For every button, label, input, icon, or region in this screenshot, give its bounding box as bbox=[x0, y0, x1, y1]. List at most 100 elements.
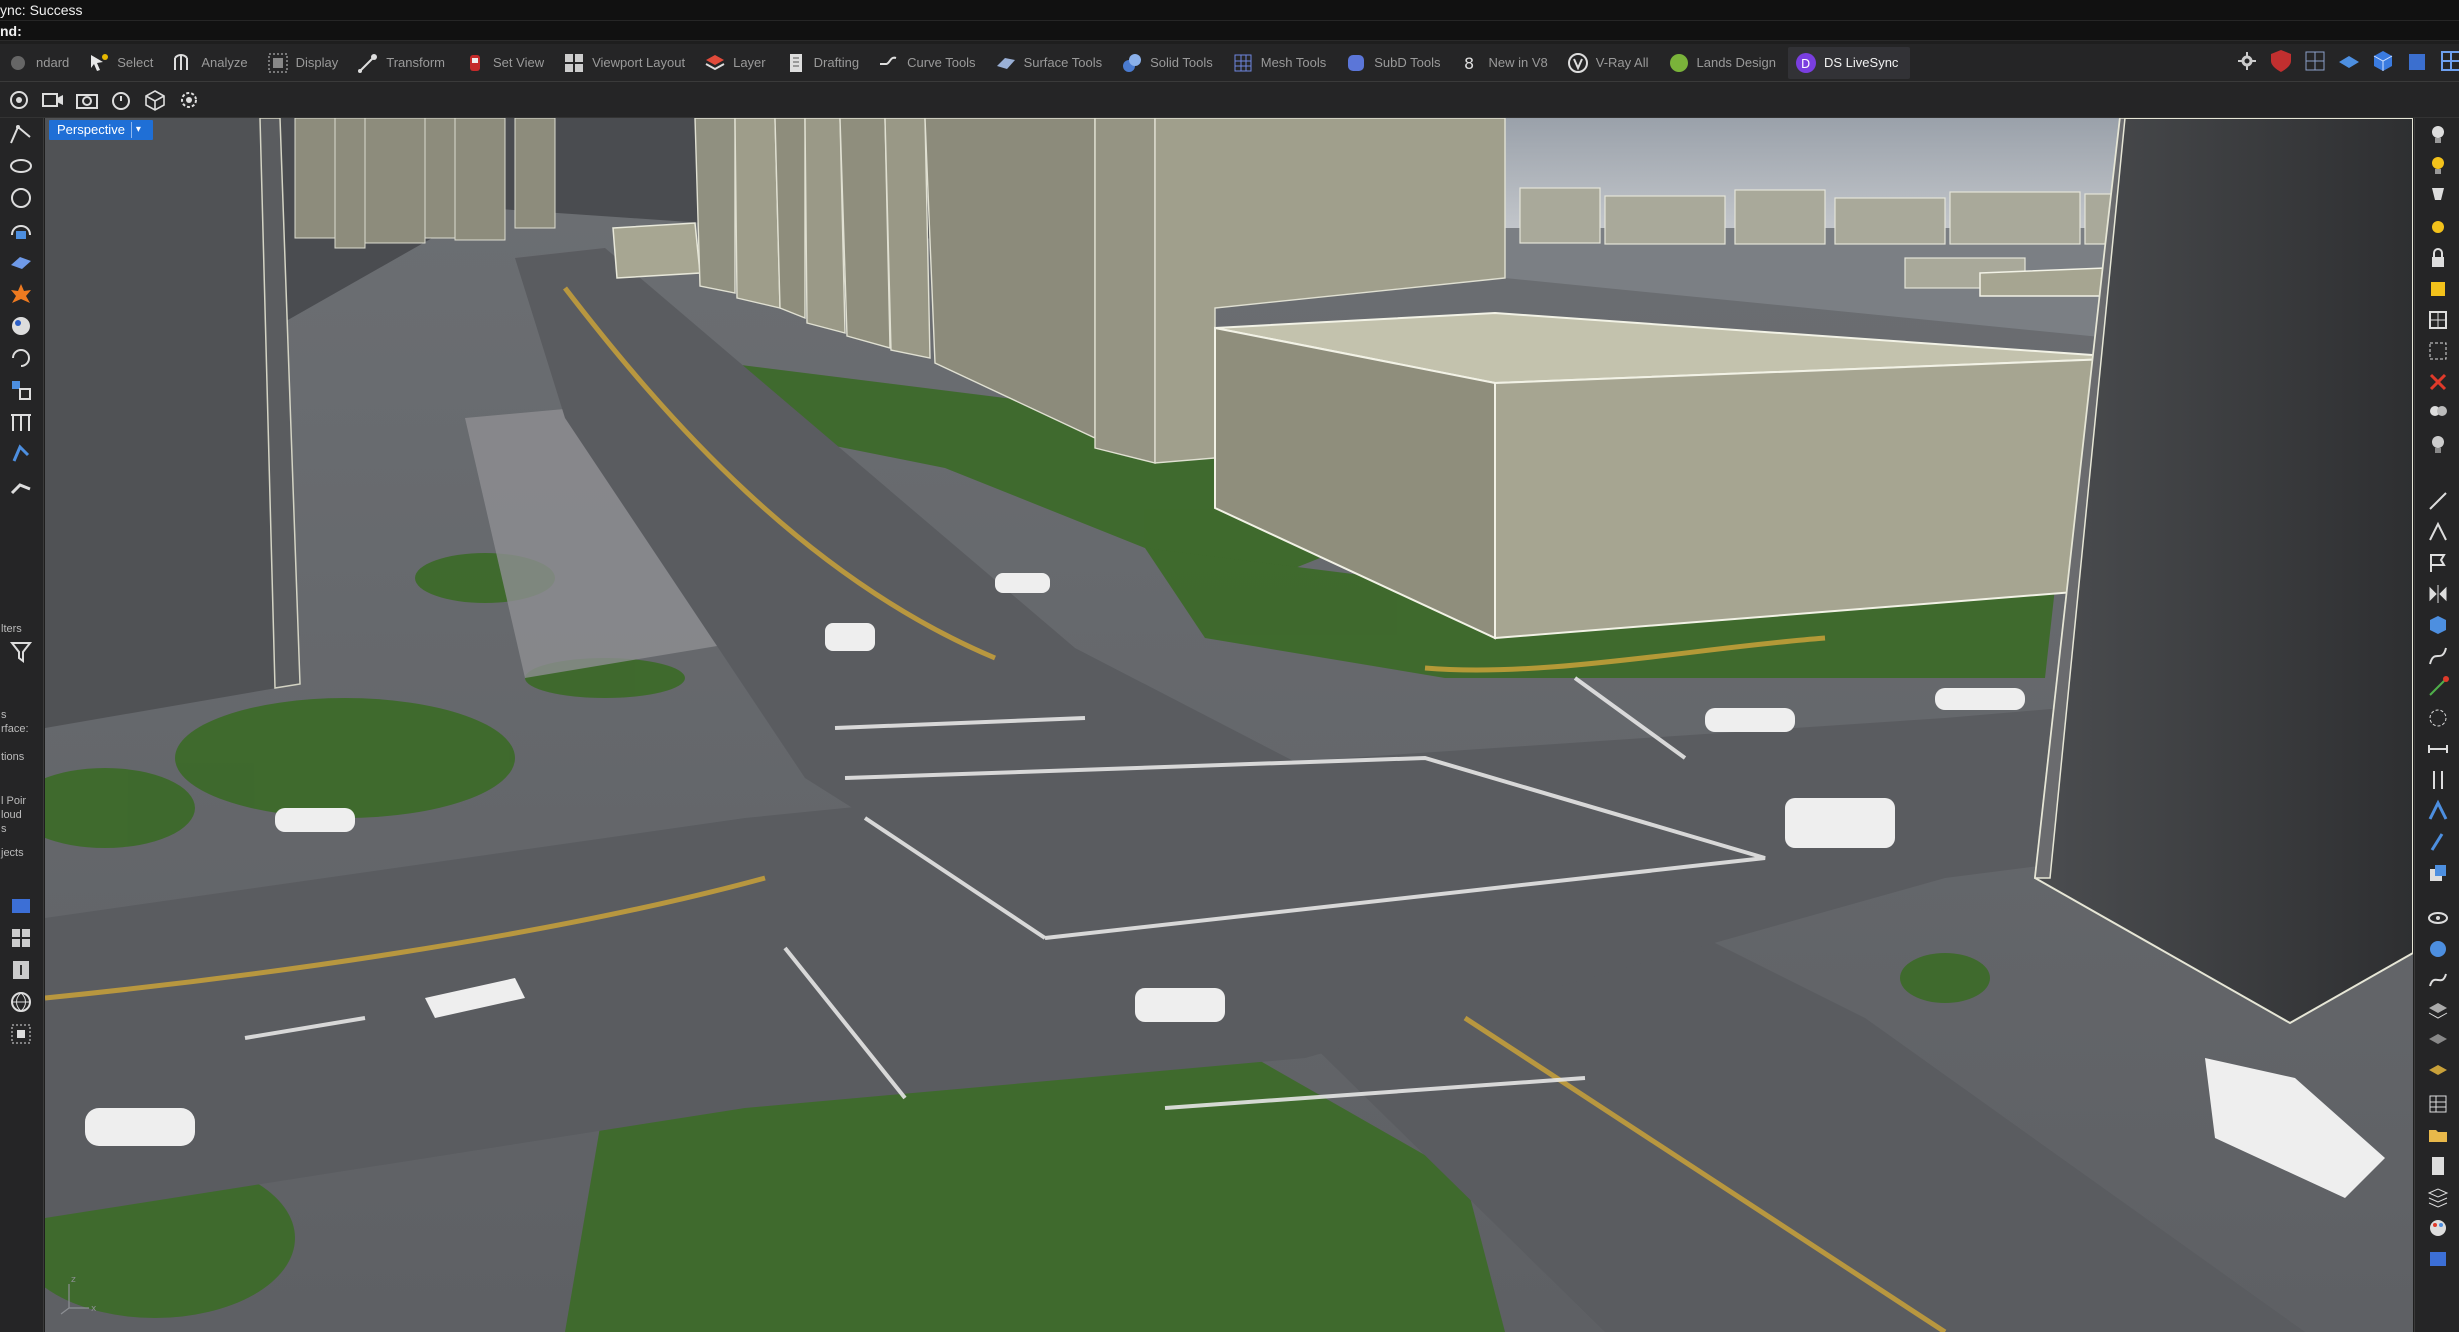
standard-icon bbox=[6, 51, 30, 75]
tab-new-in-v8[interactable]: 8 New in V8 bbox=[1453, 47, 1560, 79]
command-prompt[interactable]: nd: bbox=[0, 20, 2459, 40]
circle-tool-icon[interactable] bbox=[2, 182, 40, 214]
tab-ds-livesync[interactable]: D DS LiveSync bbox=[1788, 46, 1911, 79]
arc-tool-icon[interactable] bbox=[2, 214, 40, 246]
tab-set-view[interactable]: Set View bbox=[457, 47, 556, 79]
light-bulb-icon[interactable] bbox=[2418, 119, 2458, 149]
grid-view-icon[interactable] bbox=[2438, 48, 2459, 74]
tab-analyze[interactable]: Analyze bbox=[165, 47, 259, 79]
sphere-render-icon[interactable] bbox=[2418, 934, 2458, 964]
surface-tool-icon[interactable] bbox=[2, 246, 40, 278]
layer-icon bbox=[703, 51, 727, 75]
material-tool-icon[interactable] bbox=[2, 310, 40, 342]
globe-icon[interactable] bbox=[2, 986, 40, 1018]
network-view-icon[interactable] bbox=[2302, 48, 2328, 74]
curve-tool-icon[interactable] bbox=[2418, 641, 2458, 671]
stack-icon[interactable] bbox=[2418, 1182, 2458, 1212]
curve-render-icon[interactable] bbox=[2418, 965, 2458, 995]
texture-grid-icon[interactable] bbox=[2418, 336, 2458, 366]
array-tool-icon[interactable] bbox=[2, 406, 40, 438]
right-toolbar bbox=[2414, 118, 2459, 1332]
viewport-dropdown-icon[interactable]: ▾ bbox=[130, 122, 145, 138]
tab-layer[interactable]: Layer bbox=[697, 47, 778, 79]
shield-plugin-icon[interactable] bbox=[2268, 48, 2294, 74]
tab-standard[interactable]: ndard bbox=[0, 47, 81, 79]
drafting-icon bbox=[784, 51, 808, 75]
bulb-off-icon[interactable] bbox=[2418, 429, 2458, 459]
extrude-tool-icon[interactable] bbox=[2418, 827, 2458, 857]
filters-label: lters bbox=[1, 623, 22, 635]
tab-curve-tools[interactable]: Curve Tools bbox=[871, 47, 987, 79]
ellipse-tool-icon[interactable] bbox=[2, 150, 40, 182]
tab-solid-tools[interactable]: Solid Tools bbox=[1114, 47, 1225, 79]
image-icon[interactable] bbox=[2418, 1244, 2458, 1274]
flag-tool-icon[interactable] bbox=[2418, 548, 2458, 578]
table-icon[interactable] bbox=[2418, 1089, 2458, 1119]
dimension-tool-icon[interactable] bbox=[2418, 734, 2458, 764]
material-swatch-icon[interactable] bbox=[2418, 274, 2458, 304]
tab-vray-all[interactable]: V-Ray All bbox=[1560, 47, 1661, 79]
layer-material-icon[interactable] bbox=[2418, 1058, 2458, 1088]
document-icon[interactable] bbox=[2418, 1151, 2458, 1181]
filter-funnel-icon[interactable] bbox=[2, 636, 40, 668]
panel-info-icon[interactable] bbox=[2, 954, 40, 986]
rotate-tool-icon[interactable] bbox=[2, 342, 40, 374]
text-tool-icon[interactable] bbox=[2418, 517, 2458, 547]
rect-light-icon[interactable] bbox=[2418, 181, 2458, 211]
line-tool-icon[interactable] bbox=[2418, 486, 2458, 516]
scale-tool-icon[interactable] bbox=[2, 374, 40, 406]
toolbar-settings-gear-icon[interactable] bbox=[2236, 50, 2260, 74]
transform-icon bbox=[356, 51, 380, 75]
explode-tool-icon[interactable] bbox=[2, 278, 40, 310]
record-icon[interactable] bbox=[6, 87, 32, 113]
svg-text:8: 8 bbox=[1464, 54, 1474, 73]
palette-icon[interactable] bbox=[2418, 1213, 2458, 1243]
box-view-icon[interactable] bbox=[2404, 48, 2430, 74]
camera-icon[interactable] bbox=[74, 87, 100, 113]
lock-icon[interactable] bbox=[2418, 243, 2458, 273]
cube-view-icon[interactable] bbox=[2370, 48, 2396, 74]
sweep-tool-icon[interactable] bbox=[2, 470, 40, 502]
boolean-tool-icon[interactable] bbox=[2418, 858, 2458, 888]
video-camera-icon[interactable] bbox=[40, 87, 66, 113]
split-tool-icon[interactable] bbox=[2418, 765, 2458, 795]
bulb-group-icon[interactable] bbox=[2418, 398, 2458, 428]
grid-snap-icon[interactable] bbox=[2, 1018, 40, 1050]
perspective-viewport[interactable]: Perspective ▾ x z bbox=[45, 118, 2413, 1332]
tab-subd-tools[interactable]: SubD Tools bbox=[1338, 47, 1452, 79]
loft-tool-icon[interactable] bbox=[2418, 796, 2458, 826]
render-eye-icon[interactable] bbox=[2418, 903, 2458, 933]
tab-select[interactable]: Select bbox=[81, 47, 165, 79]
scene-render bbox=[45, 118, 2413, 1332]
edit-points-tool-icon[interactable] bbox=[2, 438, 40, 470]
polyline-tool-icon[interactable] bbox=[2, 118, 40, 150]
point-tool-icon[interactable] bbox=[2418, 672, 2458, 702]
viewport-name: Perspective bbox=[57, 122, 125, 137]
display-icon bbox=[266, 51, 290, 75]
layer-add-icon[interactable] bbox=[2418, 1027, 2458, 1057]
tab-mesh-tools[interactable]: Mesh Tools bbox=[1225, 47, 1339, 79]
tab-surface-tools[interactable]: Surface Tools bbox=[988, 47, 1115, 79]
filter-option-label: jects bbox=[1, 847, 24, 859]
tab-transform[interactable]: Transform bbox=[350, 47, 457, 79]
tab-drafting[interactable]: Drafting bbox=[778, 47, 872, 79]
panel-window-icon[interactable] bbox=[2, 890, 40, 922]
snap-tool-icon[interactable] bbox=[2418, 703, 2458, 733]
sun-light-icon[interactable] bbox=[2418, 212, 2458, 242]
viewport-title-tab[interactable]: Perspective ▾ bbox=[49, 120, 153, 140]
box-tool-icon[interactable] bbox=[2418, 610, 2458, 640]
layer-stack-icon[interactable] bbox=[2418, 996, 2458, 1026]
texture-map-icon[interactable] bbox=[2418, 305, 2458, 335]
spot-light-icon[interactable] bbox=[2418, 150, 2458, 180]
tab-display[interactable]: Display bbox=[260, 47, 351, 79]
folder-icon[interactable] bbox=[2418, 1120, 2458, 1150]
mirror-tool-icon[interactable] bbox=[2418, 579, 2458, 609]
settings-gear-icon[interactable] bbox=[176, 87, 202, 113]
delete-light-icon[interactable] bbox=[2418, 367, 2458, 397]
package-icon[interactable] bbox=[142, 87, 168, 113]
tab-lands-design[interactable]: Lands Design bbox=[1661, 47, 1789, 79]
plane-view-icon[interactable] bbox=[2336, 48, 2362, 74]
tab-viewport-layout[interactable]: Viewport Layout bbox=[556, 47, 697, 79]
timer-icon[interactable] bbox=[108, 87, 134, 113]
panel-layout-icon[interactable] bbox=[2, 922, 40, 954]
